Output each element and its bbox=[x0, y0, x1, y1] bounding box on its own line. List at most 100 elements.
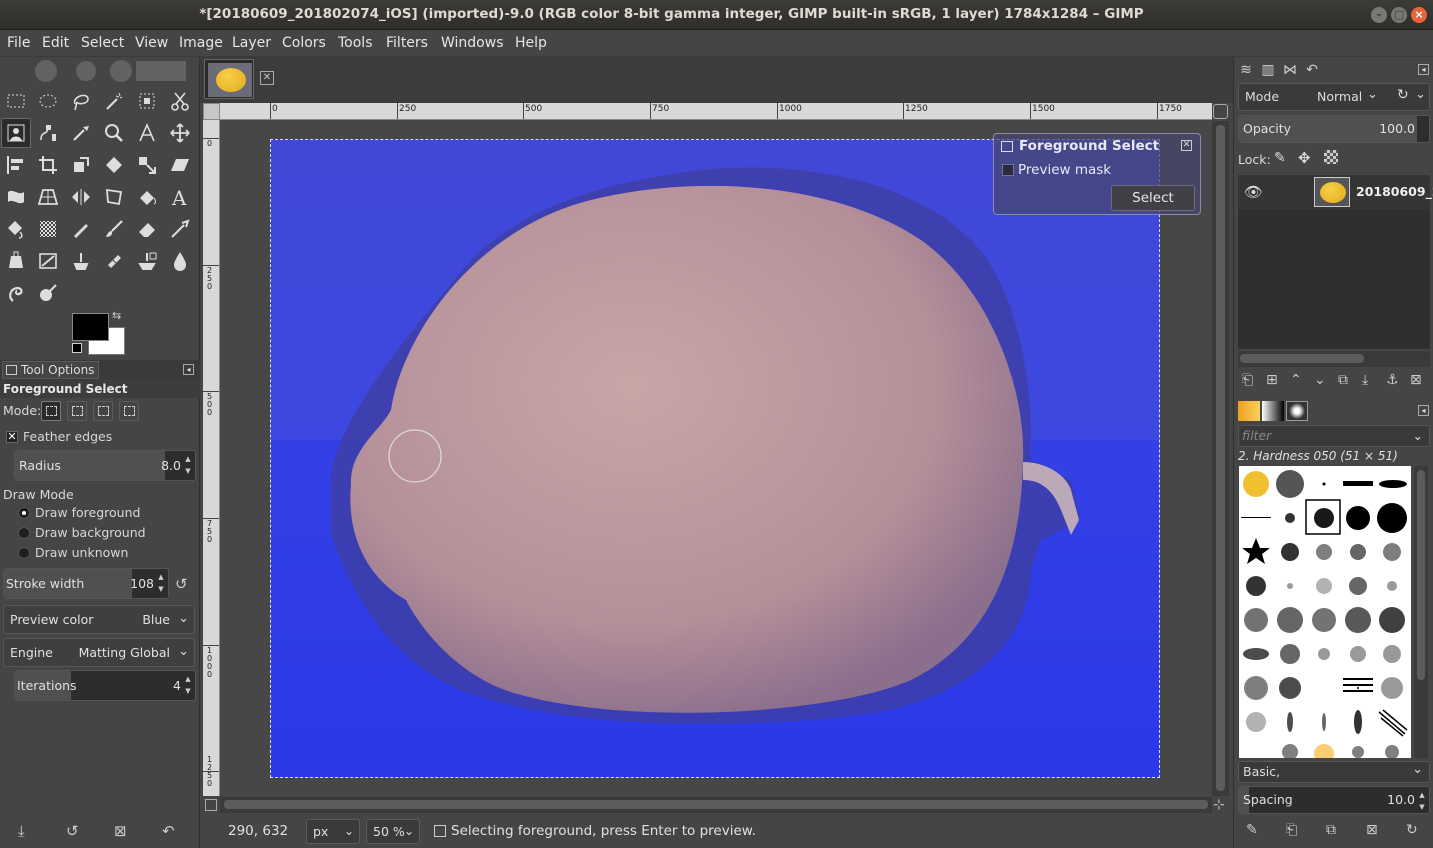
navigate-icon[interactable]: ⊹ bbox=[1213, 797, 1229, 813]
raise-layer-icon[interactable]: ⌃ bbox=[1290, 372, 1302, 388]
crop-icon[interactable] bbox=[33, 150, 63, 180]
engine-combo[interactable]: Engine Matting Global ⌄ bbox=[3, 638, 195, 667]
new-layer-group-icon[interactable]: ⊞ bbox=[1266, 372, 1278, 388]
dodge-burn-icon[interactable] bbox=[33, 278, 63, 308]
gradients-tab-icon[interactable] bbox=[1238, 401, 1260, 421]
channels-tab-icon[interactable]: ▥ bbox=[1258, 62, 1278, 80]
color-picker-icon[interactable] bbox=[66, 118, 96, 148]
menu-filters[interactable]: Filters bbox=[386, 35, 428, 51]
blur-icon[interactable] bbox=[165, 246, 195, 276]
heal-icon[interactable] bbox=[99, 246, 129, 276]
maximize-button[interactable]: □ bbox=[1391, 7, 1407, 23]
text-icon[interactable]: A bbox=[165, 182, 195, 212]
paths-icon[interactable] bbox=[33, 118, 63, 148]
anchor-icon[interactable]: ⚓ bbox=[1386, 372, 1399, 388]
cage-transform-icon[interactable] bbox=[99, 182, 129, 212]
menu-windows[interactable]: Windows bbox=[441, 35, 504, 51]
iterations-spinner[interactable]: Iterations 4 ▲ ▼ bbox=[14, 670, 196, 701]
scissors-icon[interactable] bbox=[165, 86, 195, 116]
preview-color-combo[interactable]: Preview color Blue ⌄ bbox=[3, 605, 195, 634]
horizontal-scrollbar[interactable] bbox=[220, 797, 1212, 813]
lock-position-icon[interactable]: ✥ bbox=[1298, 149, 1311, 167]
mode-intersect-button[interactable] bbox=[119, 401, 139, 421]
zoom-combo[interactable]: 50 % ⌄ bbox=[366, 819, 420, 844]
menu-image[interactable]: Image bbox=[179, 35, 223, 51]
clone-icon[interactable] bbox=[66, 246, 96, 276]
zoom-fit-icon[interactable] bbox=[1213, 104, 1228, 119]
flip-icon[interactable] bbox=[66, 182, 96, 212]
ink-icon[interactable] bbox=[1, 246, 31, 276]
lock-alpha-icon[interactable] bbox=[1324, 150, 1338, 164]
stroke-width-spinner[interactable]: Stroke width 108 ▲ ▼ bbox=[3, 568, 169, 599]
eraser-icon[interactable] bbox=[132, 214, 162, 244]
smudge-icon[interactable] bbox=[1, 278, 31, 308]
gradient-fill-icon[interactable] bbox=[1, 214, 31, 244]
lock-pixels-icon[interactable]: ✎ bbox=[1274, 150, 1286, 166]
close-icon[interactable]: ✕ bbox=[1181, 140, 1192, 151]
brushes-menu-icon[interactable]: ◂ bbox=[1418, 405, 1429, 416]
blend-icon[interactable] bbox=[33, 214, 63, 244]
brush-grid-scrollbar[interactable] bbox=[1414, 466, 1428, 758]
preview-mask-checkbox[interactable] bbox=[1002, 164, 1014, 176]
close-tab-icon[interactable]: ✕ bbox=[260, 71, 274, 85]
draw-unknown-radio[interactable] bbox=[18, 547, 30, 559]
tool-options-menu-icon[interactable]: ◂ bbox=[183, 364, 194, 375]
rect-select-icon[interactable] bbox=[1, 86, 31, 116]
opacity-spinner[interactable]: Opacity 100.0 bbox=[1238, 115, 1430, 143]
mode-replace-button[interactable] bbox=[41, 401, 61, 421]
patterns-tab-icon[interactable] bbox=[1262, 401, 1284, 421]
draw-foreground-radio[interactable] bbox=[18, 507, 30, 519]
perspective-clone-icon[interactable] bbox=[132, 246, 162, 276]
menu-select[interactable]: Select bbox=[81, 35, 124, 51]
tool-options-tab[interactable]: Tool Options bbox=[2, 361, 100, 379]
mypaint-brush-icon[interactable] bbox=[33, 246, 63, 276]
quick-mask-toggle-icon[interactable] bbox=[203, 103, 220, 120]
image-tab[interactable] bbox=[204, 59, 254, 99]
reset-stroke-icon[interactable]: ↺ bbox=[175, 575, 188, 593]
quick-mask-icon[interactable] bbox=[205, 799, 217, 811]
layers-tab-icon[interactable]: ≋ bbox=[1236, 62, 1256, 80]
brush-grid[interactable] bbox=[1239, 466, 1411, 758]
spacing-stepper-icon[interactable]: ▲ ▼ bbox=[1417, 789, 1427, 815]
radius-stepper-icon[interactable]: ▲ ▼ bbox=[183, 453, 193, 479]
pencil-icon[interactable] bbox=[66, 214, 96, 244]
draw-background-radio[interactable] bbox=[18, 527, 30, 539]
delete-layer-icon[interactable]: ⊠ bbox=[1410, 372, 1422, 388]
menu-tools[interactable]: Tools bbox=[338, 35, 373, 51]
close-window-button[interactable]: × bbox=[1411, 7, 1427, 23]
radius-spinner[interactable]: Radius 8.0 ▲ ▼ bbox=[14, 450, 196, 481]
menu-view[interactable]: View bbox=[135, 35, 168, 51]
duplicate-brush-icon[interactable]: ⧉ bbox=[1326, 822, 1336, 838]
refresh-brushes-icon[interactable]: ↻ bbox=[1406, 822, 1418, 838]
measure-icon[interactable] bbox=[132, 118, 162, 148]
mode-subtract-button[interactable] bbox=[93, 401, 113, 421]
brush-tag-combo[interactable]: Basic, ⌄ bbox=[1238, 761, 1430, 783]
paintbrush-icon[interactable] bbox=[99, 214, 129, 244]
stroke-width-stepper-icon[interactable]: ▲ ▼ bbox=[156, 571, 166, 597]
rotate-icon[interactable] bbox=[99, 150, 129, 180]
swap-colors-icon[interactable]: ⇆ bbox=[112, 309, 121, 322]
image-canvas[interactable] bbox=[270, 139, 1160, 778]
mode-add-button[interactable] bbox=[67, 401, 87, 421]
iterations-stepper-icon[interactable]: ▲ ▼ bbox=[183, 673, 193, 699]
default-colors-icon[interactable] bbox=[72, 343, 82, 353]
layers-scrollbar[interactable] bbox=[1238, 351, 1430, 367]
layer-row[interactable]: 👁 20180609_20 bbox=[1238, 175, 1433, 209]
move-icon[interactable] bbox=[165, 118, 195, 148]
foreground-color-swatch[interactable] bbox=[72, 313, 109, 341]
lasso-icon[interactable] bbox=[66, 86, 96, 116]
menu-layer[interactable]: Layer bbox=[232, 35, 271, 51]
undo-history-tab-icon[interactable]: ↶ bbox=[1302, 62, 1322, 80]
new-layer-icon[interactable]: ⎗ bbox=[1242, 372, 1253, 388]
dock-menu-icon[interactable]: ◂ bbox=[1418, 64, 1429, 75]
new-brush-icon[interactable]: ⎗ bbox=[1286, 822, 1297, 838]
menu-file[interactable]: File bbox=[7, 35, 30, 51]
warp-transform-icon[interactable] bbox=[1, 182, 31, 212]
delete-brush-icon[interactable]: ⊠ bbox=[1366, 822, 1378, 838]
merge-layer-icon[interactable]: ⤓ bbox=[1362, 372, 1368, 388]
ellipse-select-icon[interactable] bbox=[33, 86, 63, 116]
airbrush-icon[interactable] bbox=[165, 214, 195, 244]
select-button[interactable]: Select bbox=[1111, 185, 1195, 211]
delete-options-icon[interactable]: ⊠ bbox=[114, 822, 127, 840]
feather-edges-checkbox[interactable]: ✕ bbox=[6, 431, 18, 443]
